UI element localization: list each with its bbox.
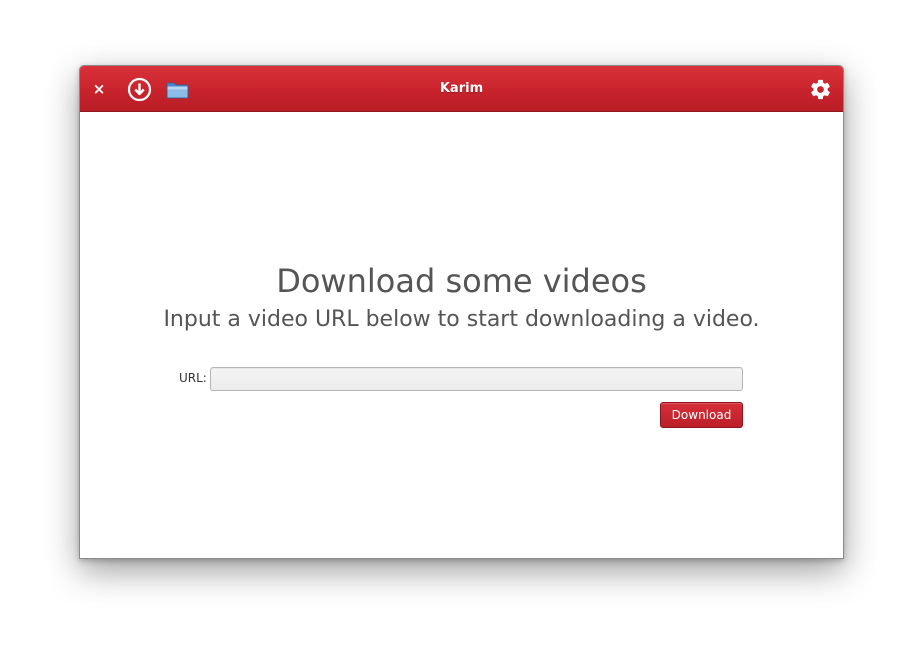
download-circle-icon[interactable] [127,77,152,102]
page-title: Download some videos [276,262,647,300]
gear-icon[interactable] [809,78,832,101]
window-title: Karim [439,81,484,96]
app-window: × Karim Download some videos Input a vid… [79,65,844,559]
close-icon[interactable]: × [89,79,109,99]
title-bar: × Karim [80,66,843,112]
folder-icon[interactable] [166,80,189,99]
url-input[interactable] [210,367,743,391]
url-label: URL: [179,371,207,385]
download-button[interactable]: Download [660,402,743,428]
main-content: Download some videos Input a video URL b… [80,112,843,558]
page-subtitle: Input a video URL below to start downloa… [163,307,760,332]
